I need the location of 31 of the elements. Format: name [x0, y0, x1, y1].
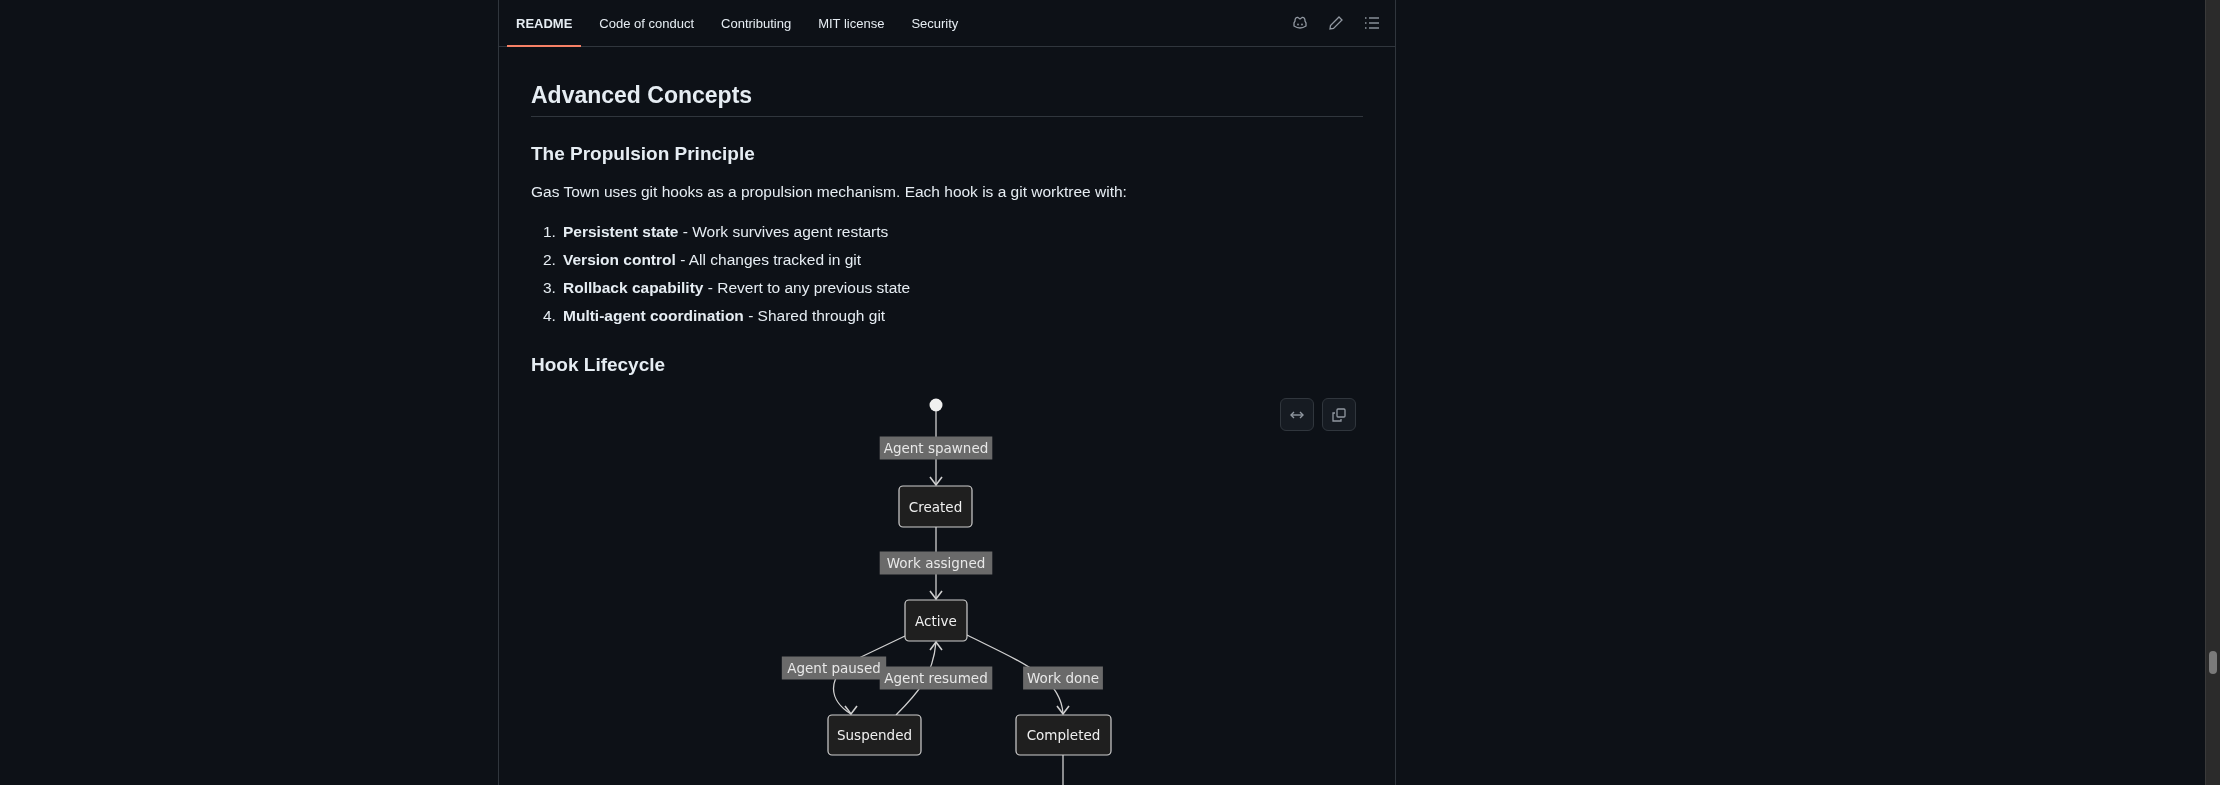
subsection-heading: Hook Lifecycle — [531, 353, 667, 377]
transition-label: Work done — [1023, 666, 1103, 690]
state-node: Completed — [1015, 714, 1112, 756]
list-number: 3. — [543, 278, 557, 298]
state-node: Suspended — [827, 714, 922, 756]
tab[interactable]: Code of conduct — [590, 0, 704, 46]
list-item: Rollback capability - Revert to any previous state — [563, 278, 911, 298]
expand-button[interactable] — [1280, 398, 1314, 431]
transition-label: Agent resumed — [879, 666, 993, 690]
list-number: 4. — [543, 306, 557, 326]
section-heading: Advanced Concepts — [531, 80, 1363, 117]
start-node — [929, 398, 943, 412]
tab[interactable]: Contributing — [712, 0, 801, 46]
copy-icon — [1332, 407, 1346, 422]
state-node: Created — [898, 485, 973, 528]
tab[interactable]: README — [507, 0, 582, 46]
list-item: Multi-agent coordination - Shared through git — [563, 306, 886, 326]
state-node: Active — [904, 599, 968, 642]
transition-label: Work assigned — [879, 551, 993, 575]
copy-button[interactable] — [1322, 398, 1356, 431]
intro-paragraph: Gas Town uses git hooks as a propulsion mechanism. Each hook is a git worktree with: — [531, 182, 1128, 202]
tab[interactable]: MIT license — [809, 0, 894, 46]
scrollbar[interactable] — [2205, 0, 2220, 785]
tab[interactable]: Security — [902, 0, 968, 46]
double-arrow-icon — [1289, 409, 1305, 420]
list-number: 1. — [543, 222, 557, 242]
subsection-heading: The Propulsion Principle — [531, 142, 756, 166]
list-number: 2. — [543, 250, 557, 270]
list-item: Version control - All changes tracked in git — [563, 250, 862, 270]
transition-label: Agent spawned — [879, 436, 993, 460]
list-item: Persistent state - Work survives agent restarts — [563, 222, 889, 242]
